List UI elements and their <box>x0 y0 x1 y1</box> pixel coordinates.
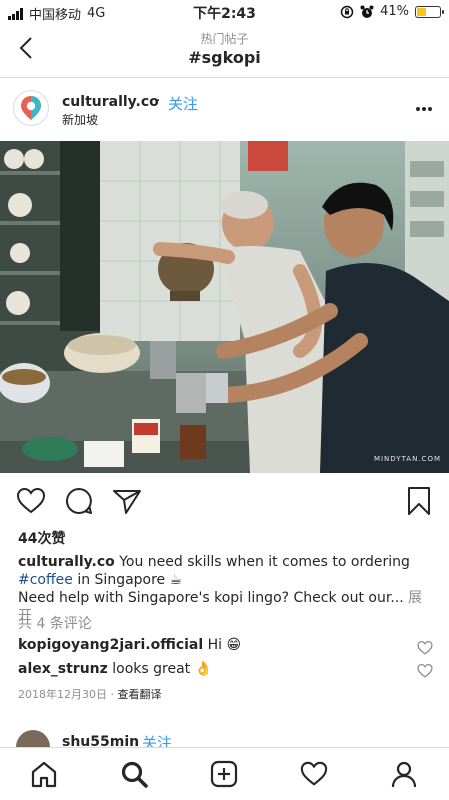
page-title: #sgkopi <box>188 48 261 67</box>
alarm-icon <box>360 5 374 18</box>
comment-item: alex_strunz looks great 👌 <box>18 661 409 677</box>
post-date-row: 2018年12月30日 · 查看翻译 <box>18 686 162 702</box>
see-translation-link[interactable]: 查看翻译 <box>118 688 162 701</box>
like-button[interactable] <box>16 486 46 516</box>
comment-like-button[interactable] <box>417 640 433 656</box>
caption-text-1: You need skills when it comes to orderin… <box>114 554 410 570</box>
post-username[interactable]: shu55min <box>62 734 139 748</box>
caption-hashtag[interactable]: #coffee <box>18 572 73 588</box>
status-right: 41% <box>340 4 444 19</box>
caption-line-1: culturally.co You need skills when it co… <box>18 553 433 571</box>
bookmark-icon <box>408 487 430 515</box>
coffee-stall-photo <box>0 141 449 473</box>
comment-item: kopigoyang2jari.official Hi 😁 <box>18 637 409 653</box>
view-all-comments-link[interactable]: 共 4 条评论 <box>18 613 92 633</box>
tab-search[interactable] <box>118 758 150 790</box>
follow-button[interactable]: 关注 <box>168 93 198 114</box>
caption-line-2: #coffee in Singapore ☕ <box>18 571 433 589</box>
more-options-button[interactable] <box>415 96 433 117</box>
nav-header: 热门帖子 #sgkopi <box>0 24 449 78</box>
avatar[interactable] <box>16 730 50 748</box>
bottom-tab-bar <box>0 747 449 800</box>
search-icon <box>121 761 148 788</box>
post-date: 2018年12月30日 <box>18 688 107 701</box>
status-bar: 中国移动 4G 下午2:43 41% <box>0 0 449 24</box>
separator-dot: · <box>130 733 135 748</box>
culturally-logo-icon <box>21 96 41 120</box>
tab-new-post[interactable] <box>208 758 240 790</box>
comment-text: Hi 😁 <box>203 637 242 653</box>
likes-count[interactable]: 44次赞 <box>18 528 65 548</box>
caption-text-2: in Singapore ☕ <box>72 572 183 588</box>
battery-fill <box>417 7 427 16</box>
caption-username[interactable]: culturally.co <box>18 554 115 570</box>
separator-dot: · <box>156 93 161 109</box>
battery-icon <box>415 5 444 18</box>
heart-icon <box>16 487 46 514</box>
battery-percent: 41% <box>380 4 409 19</box>
heart-icon <box>417 640 433 655</box>
save-button[interactable] <box>404 486 434 516</box>
caption-text-3: Need help with Singapore's kopi lingo? C… <box>18 590 404 606</box>
nav-subtitle: 热门帖子 <box>200 32 249 46</box>
comment-bubble-icon <box>66 488 92 514</box>
next-post-header: shu55min · 关注 <box>0 726 449 748</box>
tab-activity[interactable] <box>298 758 330 790</box>
share-button[interactable] <box>112 486 142 516</box>
more-dots-icon <box>416 107 432 111</box>
action-bar <box>0 482 449 522</box>
follow-button[interactable]: 关注 <box>142 732 172 748</box>
rotation-lock-icon <box>340 5 354 18</box>
send-icon <box>113 490 141 514</box>
date-separator: · <box>107 688 118 701</box>
heart-icon <box>417 663 433 678</box>
comment-text: looks great 👌 <box>107 661 213 677</box>
post-location[interactable]: 新加坡 <box>62 111 98 128</box>
tab-home[interactable] <box>28 758 60 790</box>
comment-username[interactable]: alex_strunz <box>18 661 108 677</box>
add-post-icon <box>210 760 238 788</box>
post-photo[interactable]: MINDYTAN.COM <box>0 141 449 473</box>
comment-button[interactable] <box>64 486 94 516</box>
photo-watermark: MINDYTAN.COM <box>373 455 441 463</box>
comment-like-button[interactable] <box>417 663 433 679</box>
heart-icon <box>300 761 328 786</box>
comment-username[interactable]: kopigoyang2jari.official <box>18 637 203 653</box>
avatar[interactable] <box>13 90 49 126</box>
tab-profile[interactable] <box>388 758 420 790</box>
post-header: culturally.co · 关注 新加坡 <box>0 86 449 134</box>
home-icon <box>31 761 57 788</box>
post-username[interactable]: culturally.co <box>62 94 159 110</box>
profile-icon <box>391 761 417 788</box>
